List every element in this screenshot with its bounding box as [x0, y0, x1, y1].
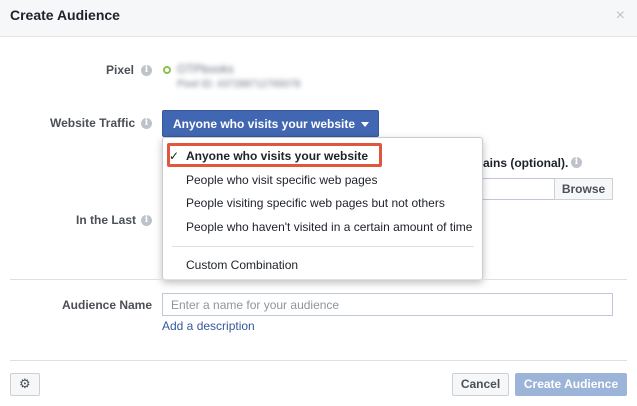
pixel-name: OTPbooks	[177, 62, 234, 76]
cancel-button[interactable]: Cancel	[452, 373, 509, 396]
website-traffic-dropdown-button[interactable]: Anyone who visits your website	[162, 110, 379, 137]
gear-icon: ⚙	[19, 376, 31, 391]
website-traffic-selected: Anyone who visits your website	[173, 117, 356, 131]
info-icon[interactable]: i	[141, 215, 152, 226]
audience-name-input[interactable]	[162, 293, 613, 316]
checkmark-icon: ✓	[169, 149, 180, 163]
close-icon[interactable]: ×	[616, 8, 625, 24]
pixel-status-icon	[163, 66, 171, 74]
menu-item-specific-pages[interactable]: People who visit specific web pages	[186, 173, 377, 187]
info-icon[interactable]: i	[141, 118, 152, 129]
settings-button[interactable]: ⚙	[10, 373, 40, 396]
menu-item-not-visited[interactable]: People who haven't visited in a certain …	[186, 220, 472, 234]
website-traffic-label: Website Traffic	[50, 116, 136, 130]
pixel-label: Pixel	[106, 63, 135, 77]
footer-divider	[10, 360, 627, 361]
browse-button[interactable]: Browse	[554, 178, 613, 200]
dialog-header: Create Audience ×	[0, 0, 637, 37]
section-divider	[10, 279, 627, 280]
info-icon[interactable]: i	[571, 157, 582, 168]
create-audience-button[interactable]: Create Audience	[515, 373, 627, 396]
dialog-title: Create Audience	[10, 7, 120, 23]
menu-item-anyone[interactable]: Anyone who visits your website	[186, 149, 368, 163]
pixel-id: Pixel ID: 437288712765078	[177, 79, 301, 90]
menu-item-pages-but-not-others[interactable]: People visiting specific web pages but n…	[186, 196, 445, 210]
in-the-last-label: In the Last	[76, 213, 137, 227]
audience-name-label: Audience Name	[62, 298, 153, 312]
website-traffic-menu: ✓ Anyone who visits your website People …	[162, 137, 483, 280]
url-contains-label: ains (optional).	[483, 156, 569, 170]
add-description-link[interactable]: Add a description	[162, 319, 255, 333]
menu-item-custom-combination[interactable]: Custom Combination	[186, 258, 298, 272]
info-icon[interactable]: i	[141, 65, 152, 76]
caret-down-icon	[361, 122, 369, 127]
menu-divider	[172, 246, 474, 247]
